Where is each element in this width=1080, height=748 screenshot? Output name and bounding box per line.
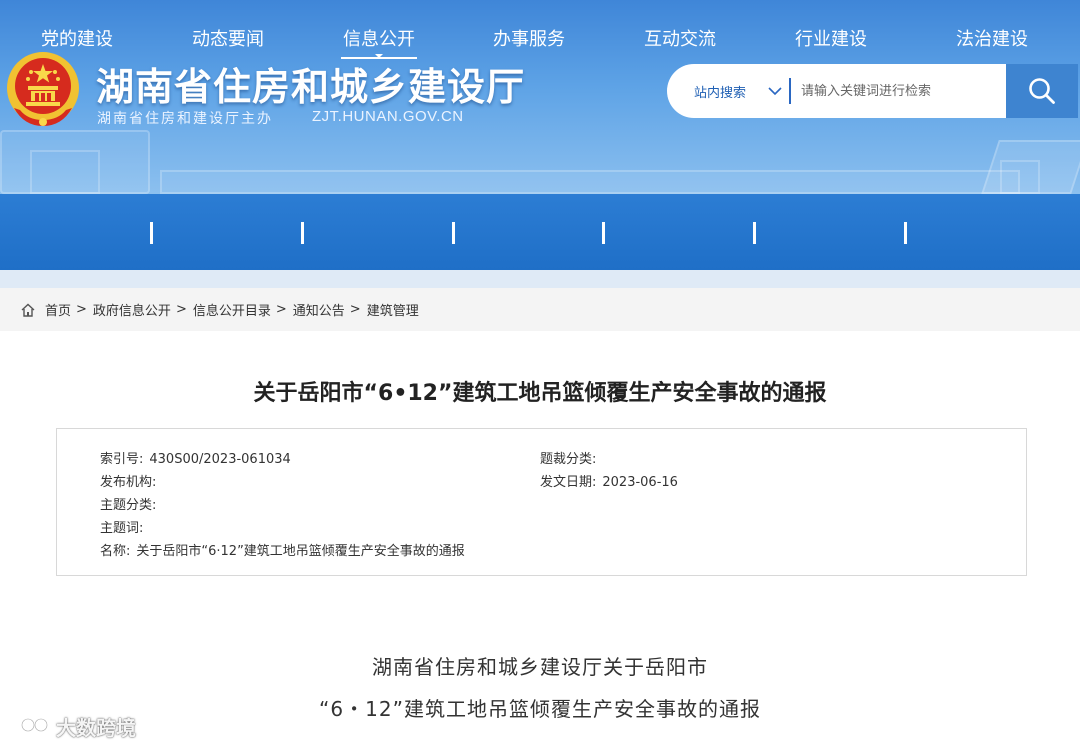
main-nav xyxy=(0,194,1080,270)
meta-index: 索引号: 430S00/2023-061034 xyxy=(100,448,291,467)
document-heading-line1: 湖南省住房和城乡建设厅关于岳阳市 xyxy=(372,655,708,679)
meta-value: 2023-06-16 xyxy=(602,475,678,490)
meta-value: 430S00/2023-061034 xyxy=(149,452,291,467)
meta-value: 关于岳阳市“6·12”建筑工地吊篮倾覆生产安全事故的通报 xyxy=(136,544,465,559)
nav-item-rule-of-law[interactable]: 法治建设 xyxy=(937,0,1047,76)
breadcrumb-separator: > xyxy=(349,302,361,317)
breadcrumb-home[interactable]: 首页 xyxy=(45,300,71,319)
article-content: 关于岳阳市“6•12”建筑工地吊篮倾覆生产安全事故的通报 索引号: 430S00/… xyxy=(0,331,1080,748)
nav-item-label: 信息公开 xyxy=(341,25,417,59)
article-title: 关于岳阳市“6•12”建筑工地吊篮倾覆生产安全事故的通报 xyxy=(253,381,827,406)
nav-item-label: 行业建设 xyxy=(795,29,867,50)
nav-item-label: 党的建设 xyxy=(41,29,113,50)
meta-label: 名称: xyxy=(100,544,131,559)
nav-item-label: 法治建设 xyxy=(956,29,1028,50)
search-scope-label: 站内搜索 xyxy=(694,85,747,101)
nav-item-news[interactable]: 动态要闻 xyxy=(173,0,283,76)
meta-label: 主题词: xyxy=(100,521,144,536)
meta-name: 名称: 关于岳阳市“6·12”建筑工地吊篮倾覆生产安全事故的通报 xyxy=(100,540,465,559)
site-title[interactable]: 湖南省住房和城乡建设厅 xyxy=(96,56,525,111)
site-subtitle: 湖南省住房和建设厅主办 xyxy=(97,111,273,127)
nav-separator xyxy=(452,222,455,244)
meta-label: 索引号: xyxy=(100,452,144,467)
breadcrumb: 首页 > 政府信息公开 > 信息公开目录 > 通知公告 > 建筑管理 xyxy=(0,288,1080,331)
nav-item-party-building[interactable]: 党的建设 xyxy=(22,0,132,76)
home-icon[interactable] xyxy=(20,302,36,318)
nav-subbar xyxy=(0,270,1080,288)
meta-date: 发文日期: 2023-06-16 xyxy=(540,471,678,490)
meta-keywords: 主题词: xyxy=(100,517,149,536)
meta-label: 发文日期: xyxy=(540,475,597,490)
meta-label: 题裁分类: xyxy=(540,452,597,467)
document-heading-line2: “6・12”建筑工地吊篮倾覆生产安全事故的通报 xyxy=(319,697,761,721)
nav-item-info-disclosure[interactable]: 信息公开 xyxy=(324,0,434,76)
meta-category: 题裁分类: xyxy=(540,448,602,467)
watermark-logo-icon xyxy=(13,717,49,734)
breadcrumb-separator: > xyxy=(76,302,87,317)
chevron-down-icon xyxy=(768,87,782,96)
site-url: ZJT.HUNAN.GOV.CN xyxy=(312,108,464,125)
nav-separator xyxy=(753,222,756,244)
breadcrumb-separator: > xyxy=(275,302,287,317)
meta-label: 发布机构: xyxy=(100,475,157,490)
nav-item-label: 办事服务 xyxy=(493,29,565,50)
search-icon xyxy=(1029,78,1055,104)
header-decoration xyxy=(160,170,1020,194)
nav-item-interaction[interactable]: 互动交流 xyxy=(625,0,735,76)
watermark-text: 大数跨境 xyxy=(56,716,136,740)
nav-item-label: 互动交流 xyxy=(644,29,716,50)
meta-topic: 主题分类: xyxy=(100,494,162,513)
breadcrumb-construction[interactable]: 建筑管理 xyxy=(367,300,419,319)
breadcrumb-gov-info[interactable]: 政府信息公开 xyxy=(93,300,171,319)
nav-item-services[interactable]: 办事服务 xyxy=(474,0,584,76)
meta-publisher: 发布机构: xyxy=(100,471,162,490)
nav-item-industry[interactable]: 行业建设 xyxy=(776,0,886,76)
nav-separator xyxy=(150,222,153,244)
nav-item-label: 动态要闻 xyxy=(192,29,264,50)
nav-separator xyxy=(602,222,605,244)
breadcrumb-info-catalog[interactable]: 信息公开目录 xyxy=(193,300,271,319)
breadcrumb-notices[interactable]: 通知公告 xyxy=(293,300,345,319)
article-meta-box: 索引号: 430S00/2023-061034 题裁分类: 发布机构: 发文日期:… xyxy=(56,428,1027,576)
watermark: 大数跨境 xyxy=(10,712,136,741)
meta-label: 主题分类: xyxy=(100,498,157,513)
nav-separator xyxy=(904,222,907,244)
active-caret-icon xyxy=(375,54,383,58)
nav-separator xyxy=(301,222,304,244)
header-decoration xyxy=(30,150,100,194)
breadcrumb-separator: > xyxy=(175,302,187,317)
